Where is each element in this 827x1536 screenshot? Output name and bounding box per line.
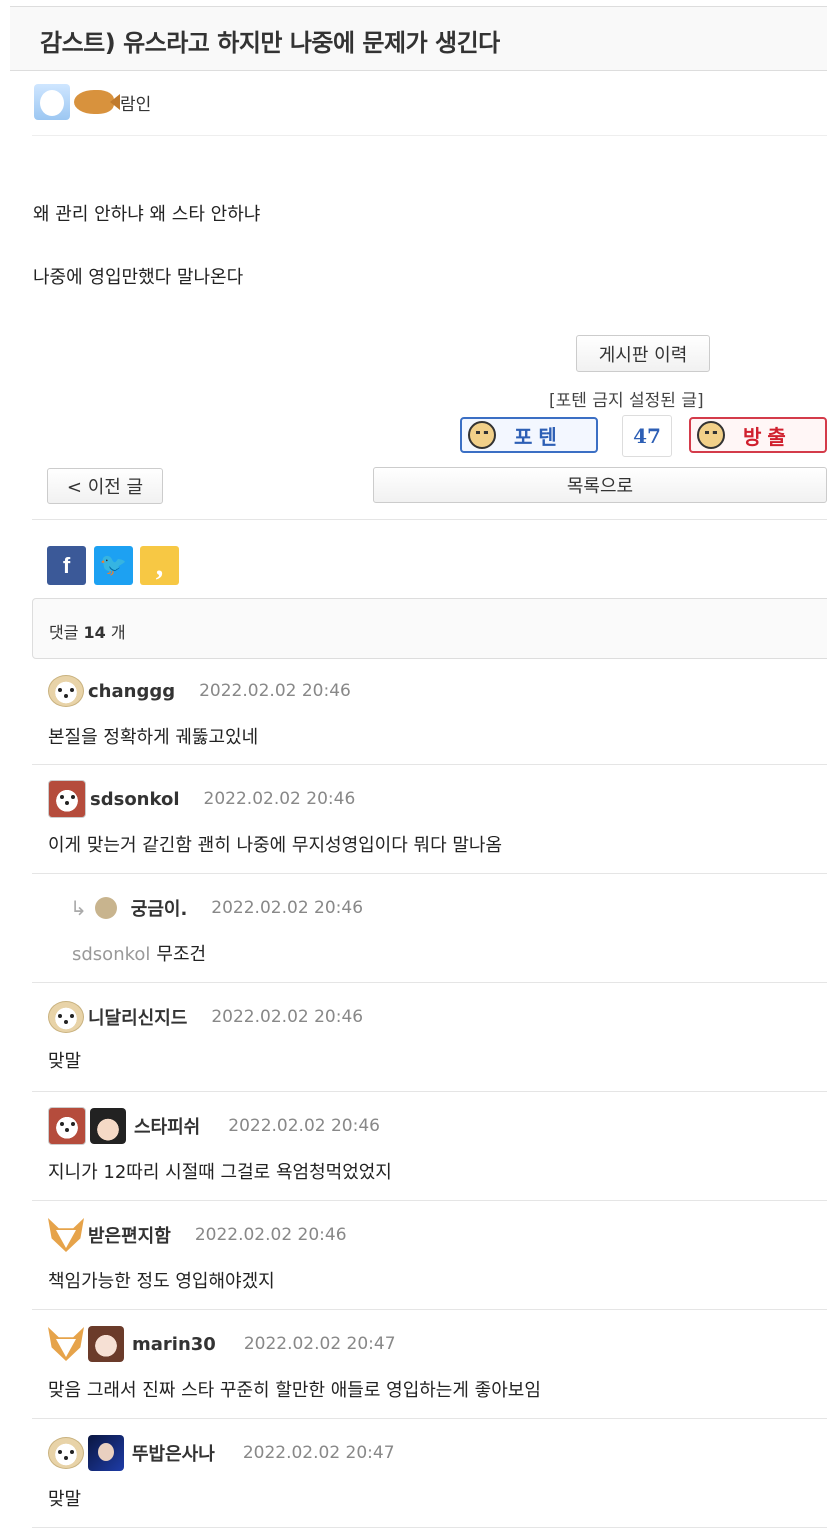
comment-author[interactable]: 뚜밥은사나 <box>132 1440 215 1466</box>
comment-author[interactable]: 궁금이. <box>131 895 188 921</box>
comment-text: 책임가능한 정도 영입해야겠지 <box>48 1271 275 1292</box>
fox-avatar-icon <box>48 1218 84 1252</box>
facebook-share-button[interactable]: f <box>47 546 86 585</box>
comment-text: sdsonkol 무조건 <box>72 940 206 966</box>
comment-author[interactable]: 니달리신지드 <box>88 1004 187 1030</box>
comment-item: 스타피쉬 2022.02.02 20:46 지니가 12따리 시절때 그걸로 욕… <box>32 1092 827 1201</box>
comment-count-box: 댓글 14 개 <box>32 598 827 659</box>
comment-date: 2022.02.02 20:46 <box>194 1225 347 1245</box>
post-author-row[interactable]: 람인 <box>34 84 151 120</box>
comment-text: 본질을 정확하게 궤뚫고있네 <box>48 727 259 748</box>
upvote-label: 포텐 <box>514 424 563 449</box>
prev-post-button[interactable]: < 이전 글 <box>47 468 163 504</box>
twitter-icon: 🐦 <box>99 553 128 578</box>
post-title-bar: 감스트) 유스라고 하지만 나중에 문제가 생긴다 <box>10 6 827 71</box>
comment-author[interactable]: sdsonkol <box>90 789 180 810</box>
reply-arrow-icon: ↳ <box>70 896 87 920</box>
comment-date: 2022.02.02 20:46 <box>211 1007 364 1027</box>
comment-date: 2022.02.02 20:46 <box>199 681 351 701</box>
comment-date: 2022.02.02 20:46 <box>228 1116 380 1136</box>
comment-date: 2022.02.02 20:47 <box>242 1443 395 1463</box>
dog-avatar-icon <box>48 780 86 818</box>
kakaostory-icon: , <box>155 548 164 582</box>
comment-date: 2022.02.02 20:47 <box>243 1334 396 1354</box>
comment-text: 맞말 <box>48 1051 82 1072</box>
girl-avatar-icon <box>90 1108 126 1144</box>
potten-ban-notice: [포텐 금지 설정된 글] <box>549 391 704 411</box>
puppy-avatar-icon <box>48 1001 84 1033</box>
post-body-line-1: 왜 관리 안하냐 왜 스타 안하냐 <box>33 204 261 225</box>
facebook-icon: f <box>62 552 71 578</box>
divider <box>32 135 827 136</box>
comment-item: 니달리신지드 2022.02.02 20:46 맞말 <box>32 983 827 1092</box>
comment-item: changgg 2022.02.02 20:46 본질을 정확하게 궤뚫고있네 <box>32 661 827 765</box>
comment-item: 뚜밥은사나 2022.02.02 20:47 맞말 <box>32 1419 827 1528</box>
comment-count: 댓글 14 개 <box>49 623 126 642</box>
puppy-avatar-icon <box>48 675 84 707</box>
comment-text: 맞음 그래서 진짜 스타 꾸준히 할만한 애들로 영입하는게 좋아보임 <box>48 1380 541 1401</box>
post-author[interactable]: 람인 <box>120 90 151 115</box>
comment-text: 맞말 <box>48 1489 82 1510</box>
thumbs-down-face-icon <box>697 421 725 449</box>
comment-text: 이게 맞는거 같긴함 괜히 나중에 무지성영입이다 뭐다 말나옴 <box>48 835 503 856</box>
comment-author[interactable]: changgg <box>88 681 175 702</box>
comment-author[interactable]: marin30 <box>132 1334 216 1355</box>
reply-item: ↳ 궁금이. 2022.02.02 20:46 sdsonkol 무조건 <box>32 874 827 983</box>
comment-item: 받은편지함 2022.02.02 20:46 책임가능한 정도 영입해야겠지 <box>32 1201 827 1310</box>
girl-avatar-icon <box>88 1326 124 1362</box>
post-title: 감스트) 유스라고 하지만 나중에 문제가 생긴다 <box>40 29 500 57</box>
dog-avatar-icon <box>48 1107 86 1145</box>
comment-count-number: 14 <box>83 623 106 642</box>
puppy-avatar-icon <box>48 1437 84 1469</box>
upvote-button[interactable]: 포텐 <box>460 417 598 453</box>
fox-avatar-icon <box>48 1327 84 1361</box>
comment-text: 지니가 12따리 시절때 그걸로 욕엄청먹었었지 <box>48 1162 392 1183</box>
reply-body: 무조건 <box>156 944 207 965</box>
downvote-label: 방출 <box>743 424 792 449</box>
comment-author[interactable]: 스타피쉬 <box>134 1113 200 1139</box>
vote-count: 47 <box>622 415 672 457</box>
downvote-button[interactable]: 방출 <box>689 417 827 453</box>
thumbs-up-face-icon <box>468 421 496 449</box>
comment-author[interactable]: 받은편지함 <box>88 1222 171 1248</box>
comment-item: marin30 2022.02.02 20:47 맞음 그래서 진짜 스타 꾸준… <box>32 1310 827 1419</box>
comment-date: 2022.02.02 20:46 <box>203 789 356 809</box>
kakaostory-share-button[interactable]: , <box>140 546 179 585</box>
twitter-share-button[interactable]: 🐦 <box>94 546 133 585</box>
post-body-line-2: 나중에 영입만했다 말나온다 <box>33 267 244 288</box>
reply-target[interactable]: sdsonkol <box>72 944 150 965</box>
girl-avatar-icon <box>88 1435 124 1471</box>
comment-item: sdsonkol 2022.02.02 20:46 이게 맞는거 같긴함 괜히 … <box>32 765 827 874</box>
back-to-list-button[interactable]: 목록으로 <box>373 467 827 503</box>
dot-avatar-icon <box>94 897 117 919</box>
comment-date: 2022.02.02 20:46 <box>211 898 364 918</box>
board-history-button[interactable]: 게시판 이력 <box>576 335 710 372</box>
fish-bread-level-icon <box>74 90 114 114</box>
samoyed-avatar-icon <box>34 84 70 120</box>
divider <box>32 519 827 520</box>
